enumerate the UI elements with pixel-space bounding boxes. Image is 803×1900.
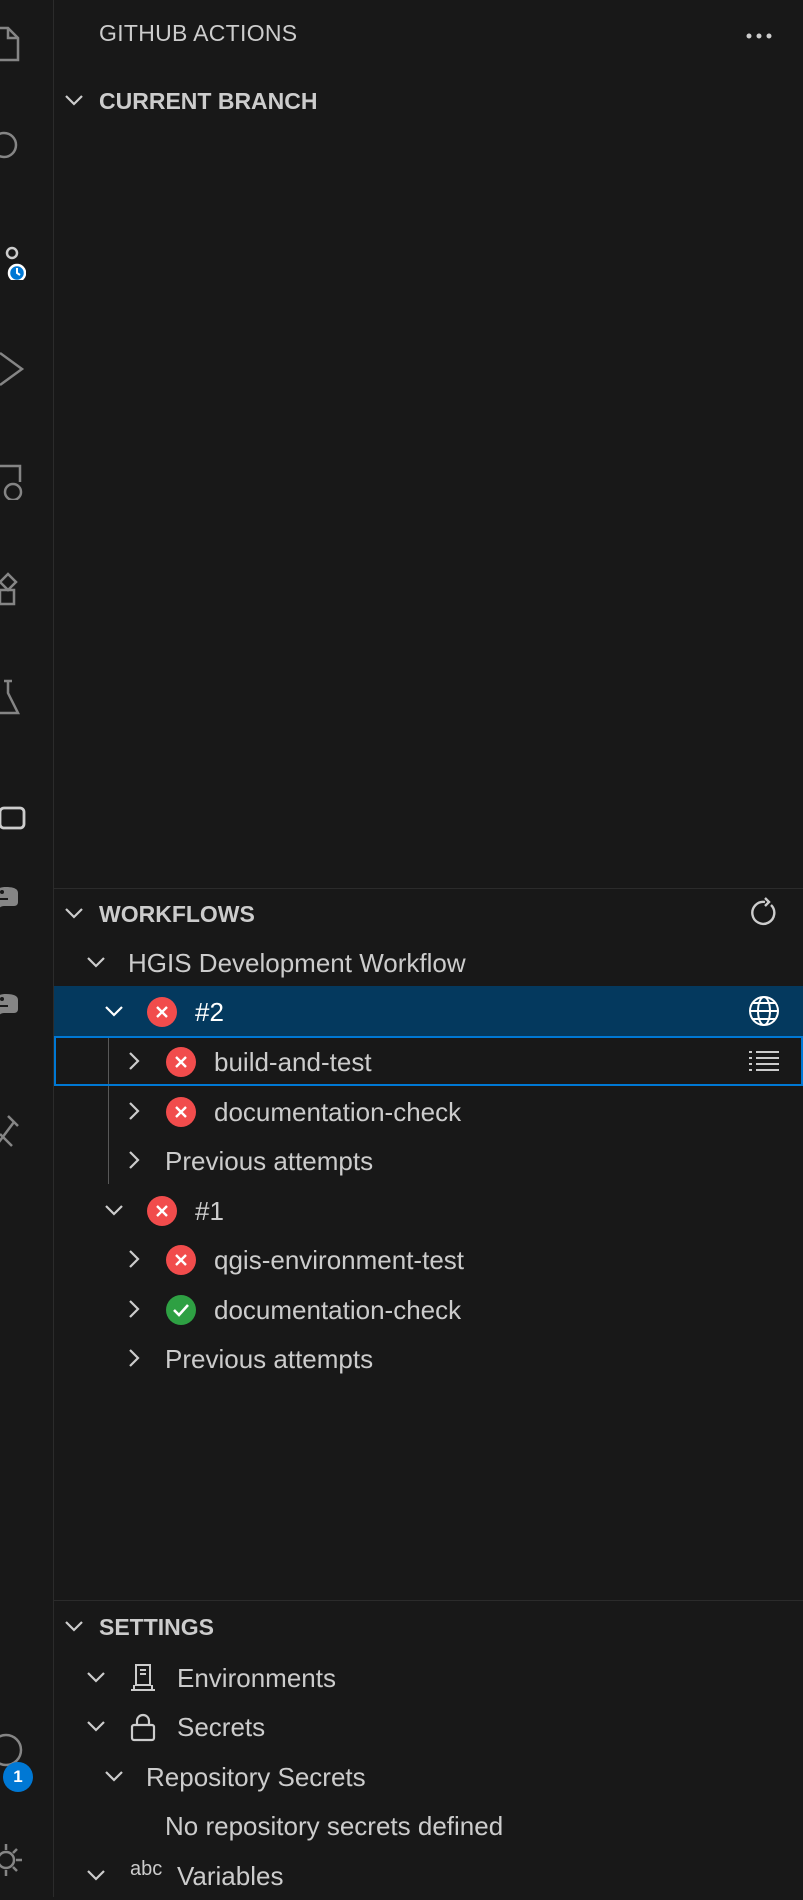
settings-secrets[interactable]: Secrets	[54, 1701, 803, 1751]
section-label: CURRENT BRANCH	[99, 88, 318, 114]
section-current-branch[interactable]: CURRENT BRANCH	[54, 76, 803, 124]
python-icon[interactable]	[0, 885, 26, 925]
previous-attempts-label: Previous attempts	[165, 1146, 374, 1176]
manage-gear-icon[interactable]	[0, 1840, 26, 1880]
job-label: documentation-check	[214, 1295, 462, 1325]
run-item-2[interactable]: #2	[54, 986, 803, 1036]
explorer-icon[interactable]	[0, 24, 26, 64]
chevron-right-icon	[122, 1148, 146, 1172]
chevron-down-icon	[84, 1714, 108, 1738]
activity-bar: 1	[0, 0, 54, 1897]
chevron-right-icon	[122, 1049, 146, 1073]
failed-status-icon	[166, 1245, 196, 1275]
run-label: #1	[195, 1196, 224, 1226]
github-actions-icon[interactable]	[0, 240, 26, 280]
variables-icon: abc	[130, 1858, 163, 1880]
job-item[interactable]: documentation-check	[54, 1086, 803, 1136]
settings-repository-secrets[interactable]: Repository Secrets	[54, 1751, 803, 1801]
job-label: build-and-test	[214, 1047, 372, 1077]
tools-icon[interactable]	[0, 1110, 26, 1150]
previous-attempts-item[interactable]: Previous attempts	[54, 1333, 803, 1383]
run-item-1[interactable]: #1	[54, 1185, 803, 1235]
divider	[54, 1600, 803, 1601]
environments-label: Environments	[177, 1663, 336, 1693]
chevron-down-icon	[62, 88, 86, 112]
github-actions-sidebar: GITHUB ACTIONS CURRENT BRANCH WORKFLOWS …	[54, 0, 803, 1897]
chevron-right-icon	[122, 1099, 146, 1123]
ellipsis-icon[interactable]	[741, 18, 777, 54]
server-icon	[128, 1663, 158, 1693]
secrets-label: Secrets	[177, 1712, 266, 1742]
chevron-right-icon	[122, 1297, 146, 1321]
previous-attempts-label: Previous attempts	[165, 1344, 374, 1374]
testing-icon[interactable]	[0, 677, 26, 717]
chevron-down-icon	[84, 1863, 108, 1887]
failed-status-icon	[147, 997, 177, 1027]
job-item[interactable]: documentation-check	[54, 1284, 803, 1334]
accounts-badge: 1	[3, 1762, 33, 1792]
extensions-icon[interactable]	[0, 568, 26, 608]
failed-status-icon	[147, 1196, 177, 1226]
chevron-down-icon	[102, 1764, 126, 1788]
section-workflows[interactable]: WORKFLOWS	[54, 889, 803, 937]
remote-explorer-icon[interactable]	[0, 460, 26, 500]
job-label: qgis-environment-test	[214, 1245, 464, 1275]
repository-secrets-label: Repository Secrets	[146, 1762, 366, 1792]
section-label: SETTINGS	[99, 1614, 215, 1640]
chevron-down-icon	[62, 901, 86, 925]
job-item[interactable]: qgis-environment-test	[54, 1234, 803, 1284]
chevron-down-icon	[102, 999, 126, 1023]
chevron-down-icon	[84, 1665, 108, 1689]
settings-variables[interactable]: abc Variables	[54, 1850, 803, 1900]
failed-status-icon	[166, 1097, 196, 1127]
lock-icon	[128, 1712, 158, 1742]
chevron-down-icon	[102, 1198, 126, 1222]
workflow-name: HGIS Development Workflow	[128, 948, 466, 978]
job-item[interactable]: build-and-test	[54, 1036, 803, 1086]
python-env-icon[interactable]	[0, 992, 26, 1032]
search-icon[interactable]	[0, 128, 26, 168]
variables-label: Variables	[177, 1861, 284, 1891]
chevron-right-icon	[122, 1247, 146, 1271]
run-debug-icon[interactable]	[0, 349, 26, 389]
chevron-right-icon	[122, 1346, 146, 1370]
success-status-icon	[166, 1295, 196, 1325]
settings-environments[interactable]: Environments	[54, 1652, 803, 1702]
list-icon[interactable]	[747, 1044, 781, 1078]
terminal-icon[interactable]	[0, 799, 26, 839]
job-label: documentation-check	[214, 1097, 462, 1127]
chevron-down-icon	[62, 1614, 86, 1638]
view-title: GITHUB ACTIONS	[99, 20, 298, 46]
section-settings[interactable]: SETTINGS	[54, 1602, 803, 1650]
workflow-item[interactable]: HGIS Development Workflow	[54, 937, 803, 987]
refresh-icon[interactable]	[745, 895, 781, 931]
run-label: #2	[195, 997, 224, 1027]
no-secrets-message: No repository secrets defined	[54, 1800, 803, 1850]
previous-attempts-item[interactable]: Previous attempts	[54, 1135, 803, 1185]
chevron-down-icon	[84, 950, 108, 974]
no-secrets-label: No repository secrets defined	[165, 1811, 504, 1841]
failed-status-icon	[166, 1047, 196, 1077]
section-label: WORKFLOWS	[99, 901, 255, 927]
globe-icon[interactable]	[747, 994, 781, 1028]
